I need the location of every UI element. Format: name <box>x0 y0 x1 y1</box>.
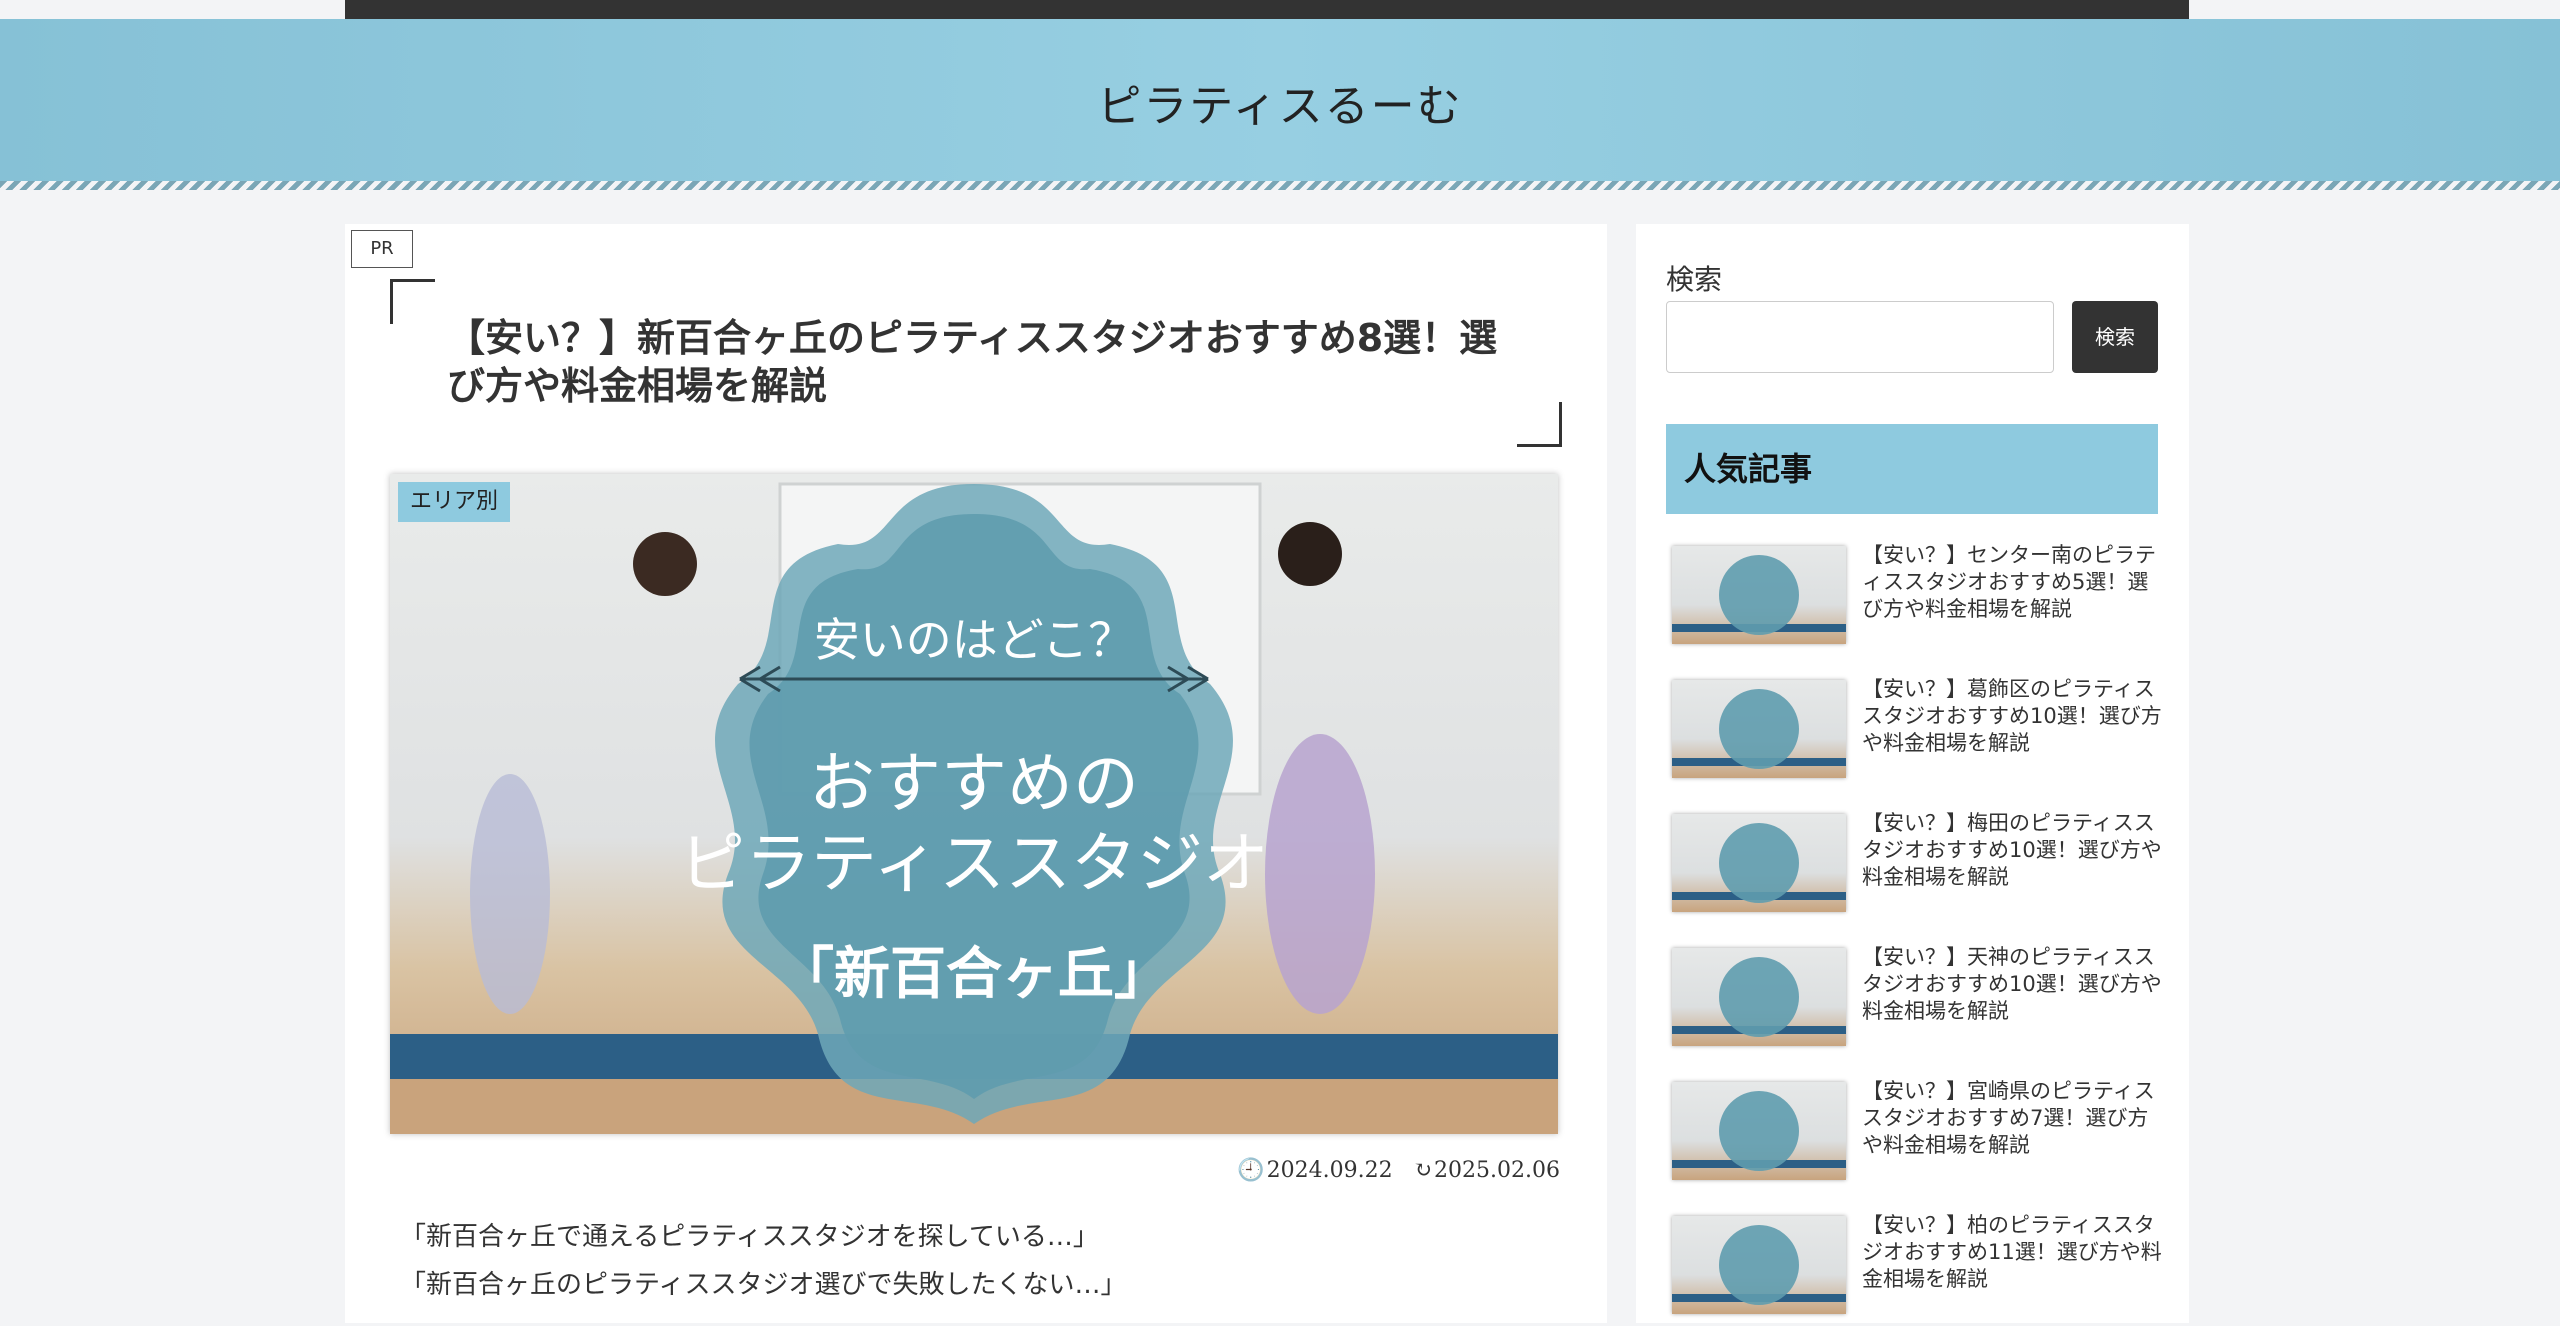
popular-item[interactable]: 【安い？】柏のピラティススタジオおすすめ11選！選び方や料金相場を解説 <box>1672 1213 2162 1326</box>
main-content: PR 【安い？】新百合ヶ丘のピラティススタジオおすすめ8選！選び方や料金相場を解… <box>345 224 1607 1323</box>
popular-item-title[interactable]: 【安い？】梅田のピラティススタジオおすすめ10選！選び方や料金相場を解説 <box>1862 810 2162 891</box>
thumbnail-graphic <box>1672 689 1846 769</box>
title-corner-top-left <box>390 279 435 324</box>
published-date: 2024.09.22 <box>1266 1158 1393 1183</box>
popular-item-title[interactable]: 【安い？】宮崎県のピラティススタジオおすすめ7選！選び方や料金相場を解説 <box>1862 1078 2162 1159</box>
intro-line: 「新百合ヶ丘のピラティススタジオ選びで失敗したくない…」 <box>400 1270 1127 1300</box>
thumbnail-graphic <box>1672 823 1846 903</box>
search-input[interactable] <box>1666 301 2054 373</box>
clock-icon: 🕘 <box>1237 1158 1265 1183</box>
pr-badge: PR <box>351 230 413 268</box>
popular-item[interactable]: 【安い？】梅田のピラティススタジオおすすめ10選！選び方や料金相場を解説 <box>1672 811 2162 924</box>
thumbnail-graphic <box>1672 1091 1846 1171</box>
popular-thumbnail[interactable] <box>1672 948 1846 1046</box>
popular-thumbnail[interactable] <box>1672 1082 1846 1180</box>
popular-item-title[interactable]: 【安い？】葛飾区のピラティススタジオおすすめ10選！選び方や料金相場を解説 <box>1862 676 2162 757</box>
updated-date: 2025.02.06 <box>1434 1158 1560 1183</box>
popular-item-title[interactable]: 【安い？】センター南のピラティススタジオおすすめ5選！選び方や料金相場を解説 <box>1862 542 2162 623</box>
popular-thumbnail[interactable] <box>1672 546 1846 644</box>
search-label: 検索 <box>1666 263 1723 296</box>
popular-item[interactable]: 【安い？】天神のピラティススタジオおすすめ10選！選び方や料金相場を解説 <box>1672 945 2162 1058</box>
popular-thumbnail[interactable] <box>1672 814 1846 912</box>
hero-text-line1: 安いのはどこ？ <box>813 613 1135 667</box>
popular-item-title[interactable]: 【安い？】柏のピラティススタジオおすすめ11選！選び方や料金相場を解説 <box>1862 1212 2162 1293</box>
top-bar <box>345 0 2189 19</box>
popular-item[interactable]: 【安い？】宮崎県のピラティススタジオおすすめ7選！選び方や料金相場を解説 <box>1672 1079 2162 1192</box>
popular-thumbnail[interactable] <box>1672 1216 1846 1314</box>
thumbnail-graphic <box>1672 555 1846 635</box>
thumbnail-graphic <box>1672 1225 1846 1305</box>
search-button[interactable]: 検索 <box>2072 301 2158 373</box>
popular-item[interactable]: 【安い？】センター南のピラティススタジオおすすめ5選！選び方や料金相場を解説 <box>1672 543 2162 656</box>
title-corner-bottom-right <box>1517 402 1562 447</box>
updated-icon: ↻ <box>1413 1158 1433 1183</box>
site-title[interactable]: ピラティスるーむ <box>0 70 2560 134</box>
thumbnail-graphic <box>1672 957 1846 1037</box>
intro-line: 「新百合ヶ丘で通えるピラティススタジオを探している…」 <box>400 1222 1099 1252</box>
hero-image: エリア別 安いのはどこ？ おすすめの ピラティススタジオ 「新百合ヶ丘」 <box>390 474 1558 1134</box>
hero-text-line2-3: おすすめの ピラティススタジオ <box>390 744 1558 904</box>
header-stripe <box>0 181 2560 190</box>
popular-item[interactable]: 【安い？】葛飾区のピラティススタジオおすすめ10選！選び方や料金相場を解説 <box>1672 677 2162 790</box>
hero-text-line2: おすすめの <box>809 745 1139 822</box>
popular-item-title[interactable]: 【安い？】天神のピラティススタジオおすすめ10選！選び方や料金相場を解説 <box>1862 944 2162 1025</box>
post-dates: 🕘2024.09.22 ↻2025.02.06 <box>1190 1158 1560 1183</box>
category-badge[interactable]: エリア別 <box>398 482 511 522</box>
hero-text-line3: ピラティススタジオ <box>678 825 1270 902</box>
article-title: 【安い？】新百合ヶ丘のピラティススタジオおすすめ8選！選び方や料金相場を解説 <box>447 316 1498 408</box>
popular-thumbnail[interactable] <box>1672 680 1846 778</box>
sidebar: 検索 検索 人気記事 【安い？】センター南のピラティススタジオおすすめ5選！選び… <box>1636 224 2189 1323</box>
hero-text-line4: 「新百合ヶ丘」 <box>778 942 1170 1007</box>
popular-heading: 人気記事 <box>1666 424 2158 514</box>
